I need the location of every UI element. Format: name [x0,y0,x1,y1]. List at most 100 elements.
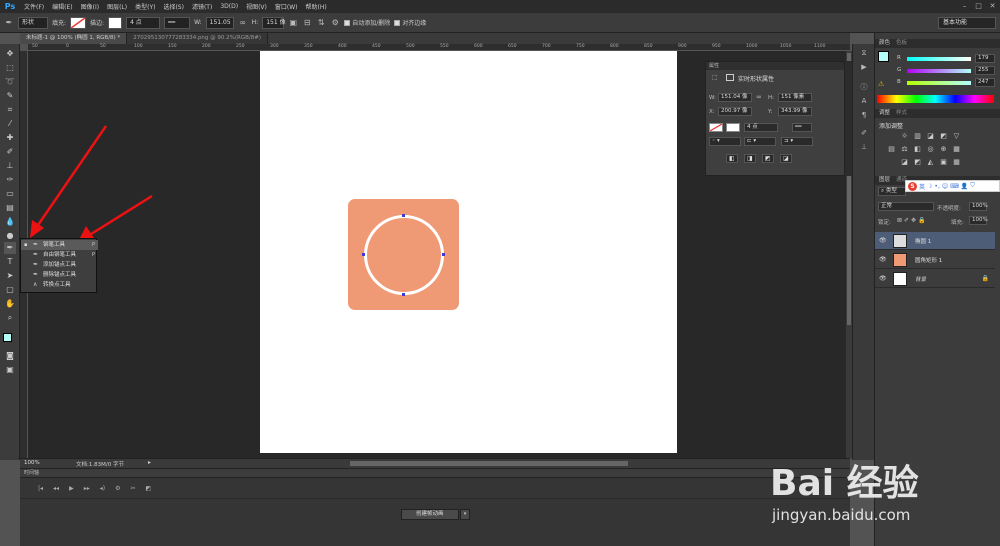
document-canvas[interactable] [260,51,677,453]
eyedropper-tool-icon[interactable]: ⁄ [4,118,16,130]
screen-mode-icon[interactable]: ▣ [4,364,16,376]
prop-stroke-type[interactable]: ━━ [792,123,812,132]
prop-stroke-swatch[interactable] [726,123,740,132]
brush-icon[interactable]: ✐ [858,128,870,138]
next-frame-icon[interactable]: ▸▸ [84,485,90,492]
chevron-down-icon[interactable]: ▾ [460,509,470,520]
tab-png[interactable]: 270295130777283334.png @ 90.2%(RGB/8#) [127,33,268,44]
history-brush-tool-icon[interactable]: ✑ [4,174,16,186]
menu-select[interactable]: 选择(S) [159,2,188,11]
gradient-map-icon[interactable]: ▦ [952,158,961,166]
mode-select[interactable]: 形状 [18,16,48,29]
clone-stamp-tool-icon[interactable]: ⊥ [4,160,16,172]
brush-tool-icon[interactable]: ✐ [4,146,16,158]
prop-width-field[interactable]: 151.04 像 [718,93,752,102]
color-spectrum[interactable] [877,95,994,103]
flyout-delete-anchor-tool[interactable]: ✒ 删除锚点工具 [21,270,98,280]
mask-icon[interactable]: ⬚ [712,74,718,81]
flyout-add-anchor-tool[interactable]: ✒ 添加锚点工具 [21,260,98,270]
brightness-icon[interactable]: ☼ [900,132,909,140]
zoom-tool-icon[interactable]: ⌕ [4,312,16,324]
levels-icon[interactable]: ▥ [913,132,922,140]
ime-toolbar[interactable]: S 英 ☽ •, ☺ ⌨ 👤 ⛉ [905,180,1000,192]
layer-rounded-rect[interactable]: 👁 圆角矩形 1 [875,251,995,269]
intersect-shape-icon[interactable]: ◩ [762,154,774,163]
stroke-width-field[interactable]: 4 点 [126,16,161,29]
first-frame-icon[interactable]: |◂ [38,485,43,492]
vibrance-icon[interactable]: ▽ [952,132,961,140]
menu-window[interactable]: 窗口(W) [271,2,302,11]
foreground-color-swatch[interactable] [3,333,12,342]
subtract-shape-icon[interactable]: ◨ [744,154,756,163]
quick-mask-icon[interactable]: ◙ [4,350,16,362]
red-slider[interactable]: R 179 [879,54,997,63]
bw-icon[interactable]: ◧ [913,145,922,153]
user-icon[interactable]: 👤 [961,183,968,190]
width-field[interactable]: 151.05 [205,16,234,29]
photo-filter-icon[interactable]: ◎ [926,145,935,153]
keyboard-icon[interactable]: ⌨ [950,183,959,190]
anchor-point[interactable] [362,253,365,256]
path-alignment-icon[interactable]: ⊟ [302,18,312,28]
link-icon[interactable]: ∞ [238,18,248,28]
flyout-pen-tool[interactable]: ✒ 钢笔工具 P ▪ [21,240,98,250]
gear-icon[interactable]: ⚙ [330,18,340,28]
eye-icon[interactable]: 👁 [879,256,887,263]
prop-stroke-join[interactable]: ⊐ ▾ [781,137,813,146]
layer-background[interactable]: 👁 背景 🔒 [875,270,995,288]
lookup-icon[interactable]: ▦ [952,145,961,153]
clone-source-icon[interactable]: ⊥ [858,142,870,152]
path-selection-tool-icon[interactable]: ➤ [4,270,16,282]
menu-edit[interactable]: 编辑(E) [48,2,76,11]
prev-frame-icon[interactable]: ◂◂ [53,485,59,492]
text-icon[interactable]: A [858,96,870,106]
split-icon[interactable]: ✂ [130,485,135,492]
combine-shapes-icon[interactable]: ◧ [726,154,738,163]
play-icon[interactable]: ▶ [69,485,74,492]
height-field[interactable]: 151 像 [262,16,286,29]
prop-y-field[interactable]: 343.99 像 [778,107,812,116]
menu-layer[interactable]: 图层(L) [103,2,131,11]
fill-swatch[interactable] [70,16,87,29]
zoom-level[interactable]: 100% [24,460,40,466]
properties-scrollbar[interactable] [845,61,852,176]
menu-filter[interactable]: 滤镜(T) [188,2,216,11]
fill-field[interactable]: 100% [969,216,988,225]
create-frame-animation-button[interactable]: 创建帧动画 [401,509,459,520]
hand-tool-icon[interactable]: ✋ [4,298,16,310]
stroke-swatch[interactable] [108,16,123,29]
threshold-icon[interactable]: ◭ [926,158,935,166]
lasso-tool-icon[interactable]: ➰ [4,76,16,88]
prop-stroke-align[interactable]: ◦ ▾ [709,137,741,146]
blue-value[interactable]: 247 [975,78,995,87]
selective-color-icon[interactable]: ▣ [939,158,948,166]
shape-tool-icon[interactable]: ▢ [4,284,16,296]
prop-stroke-cap[interactable]: ⊏ ▾ [744,137,776,146]
eye-icon[interactable]: 👁 [879,237,887,244]
menu-help[interactable]: 帮助(H) [302,2,331,11]
punct-icon[interactable]: •, [934,183,939,190]
transition-icon[interactable]: ◩ [146,485,152,492]
lock-icons[interactable]: ⊠✐✥🔒 [897,217,928,224]
moon-icon[interactable]: ☽ [927,183,932,190]
pen-tool-preset-icon[interactable]: ✒ [4,18,14,28]
menu-file[interactable]: 文件(F) [20,2,48,11]
paragraph-icon[interactable]: ¶ [858,110,870,120]
curves-icon[interactable]: ◪ [926,132,935,140]
ime-mode[interactable]: 英 [919,182,925,191]
marquee-tool-icon[interactable]: ⬚ [4,62,16,74]
flyout-freeform-pen-tool[interactable]: ✒ 自由钢笔工具 P [21,250,98,260]
info-icon[interactable]: ⓘ [858,82,870,92]
red-value[interactable]: 179 [975,54,995,63]
shirt-icon[interactable]: ⛉ [970,182,975,190]
maximize-icon[interactable]: □ [973,1,984,11]
close-icon[interactable]: ✕ [987,1,998,11]
anchor-point[interactable] [442,253,445,256]
blend-mode-select[interactable]: 正常 [878,202,934,211]
prop-stroke-width-field[interactable]: 4 点 [744,123,778,132]
adjustments-tab[interactable]: 调整 [879,110,890,116]
smile-icon[interactable]: ☺ [942,183,948,190]
exclude-shape-icon[interactable]: ◪ [780,154,792,163]
green-value[interactable]: 255 [975,66,995,75]
horizontal-scrollbar[interactable] [350,461,628,466]
